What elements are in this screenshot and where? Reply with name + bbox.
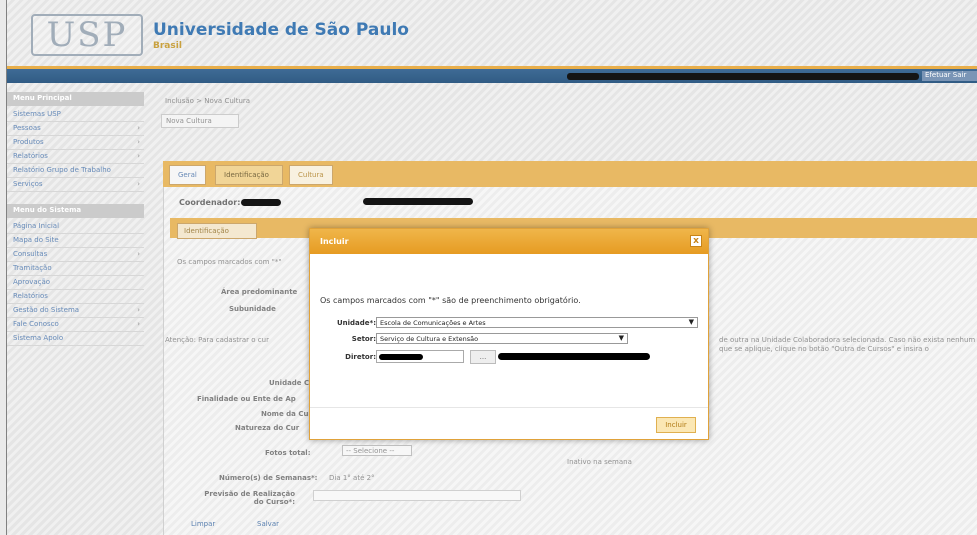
dialog-header: Incluir x [310, 229, 708, 254]
dropdown-caret-icon: ▼ [688, 318, 694, 326]
unidade-label: Unidade*: [336, 319, 376, 327]
dropdown-caret-icon: ▼ [618, 334, 624, 342]
diretor-input[interactable] [376, 350, 464, 363]
redacted-diretor-id [379, 354, 423, 360]
redacted-diretor-name [498, 353, 650, 360]
dialog-title: Incluir [320, 237, 349, 246]
setor-value: Serviço de Cultura e Extensão [380, 335, 479, 343]
required-fields-message: Os campos marcados com "*" são de preenc… [320, 296, 581, 305]
unidade-value: Escola de Comunicações e Artes [380, 319, 486, 327]
dialog-divider [310, 407, 708, 408]
diretor-label: Diretor: [345, 353, 376, 361]
close-icon[interactable]: x [690, 235, 702, 247]
setor-select[interactable]: Serviço de Cultura e Extensão ▼ [376, 333, 628, 344]
unidade-select[interactable]: Escola de Comunicações e Artes ▼ [376, 317, 698, 328]
diretor-lookup-button[interactable]: ... [470, 350, 496, 364]
setor-label: Setor: [351, 335, 376, 343]
incluir-button[interactable]: Incluir [656, 417, 696, 433]
incluir-dialog: Incluir x Os campos marcados com "*" são… [309, 228, 709, 440]
